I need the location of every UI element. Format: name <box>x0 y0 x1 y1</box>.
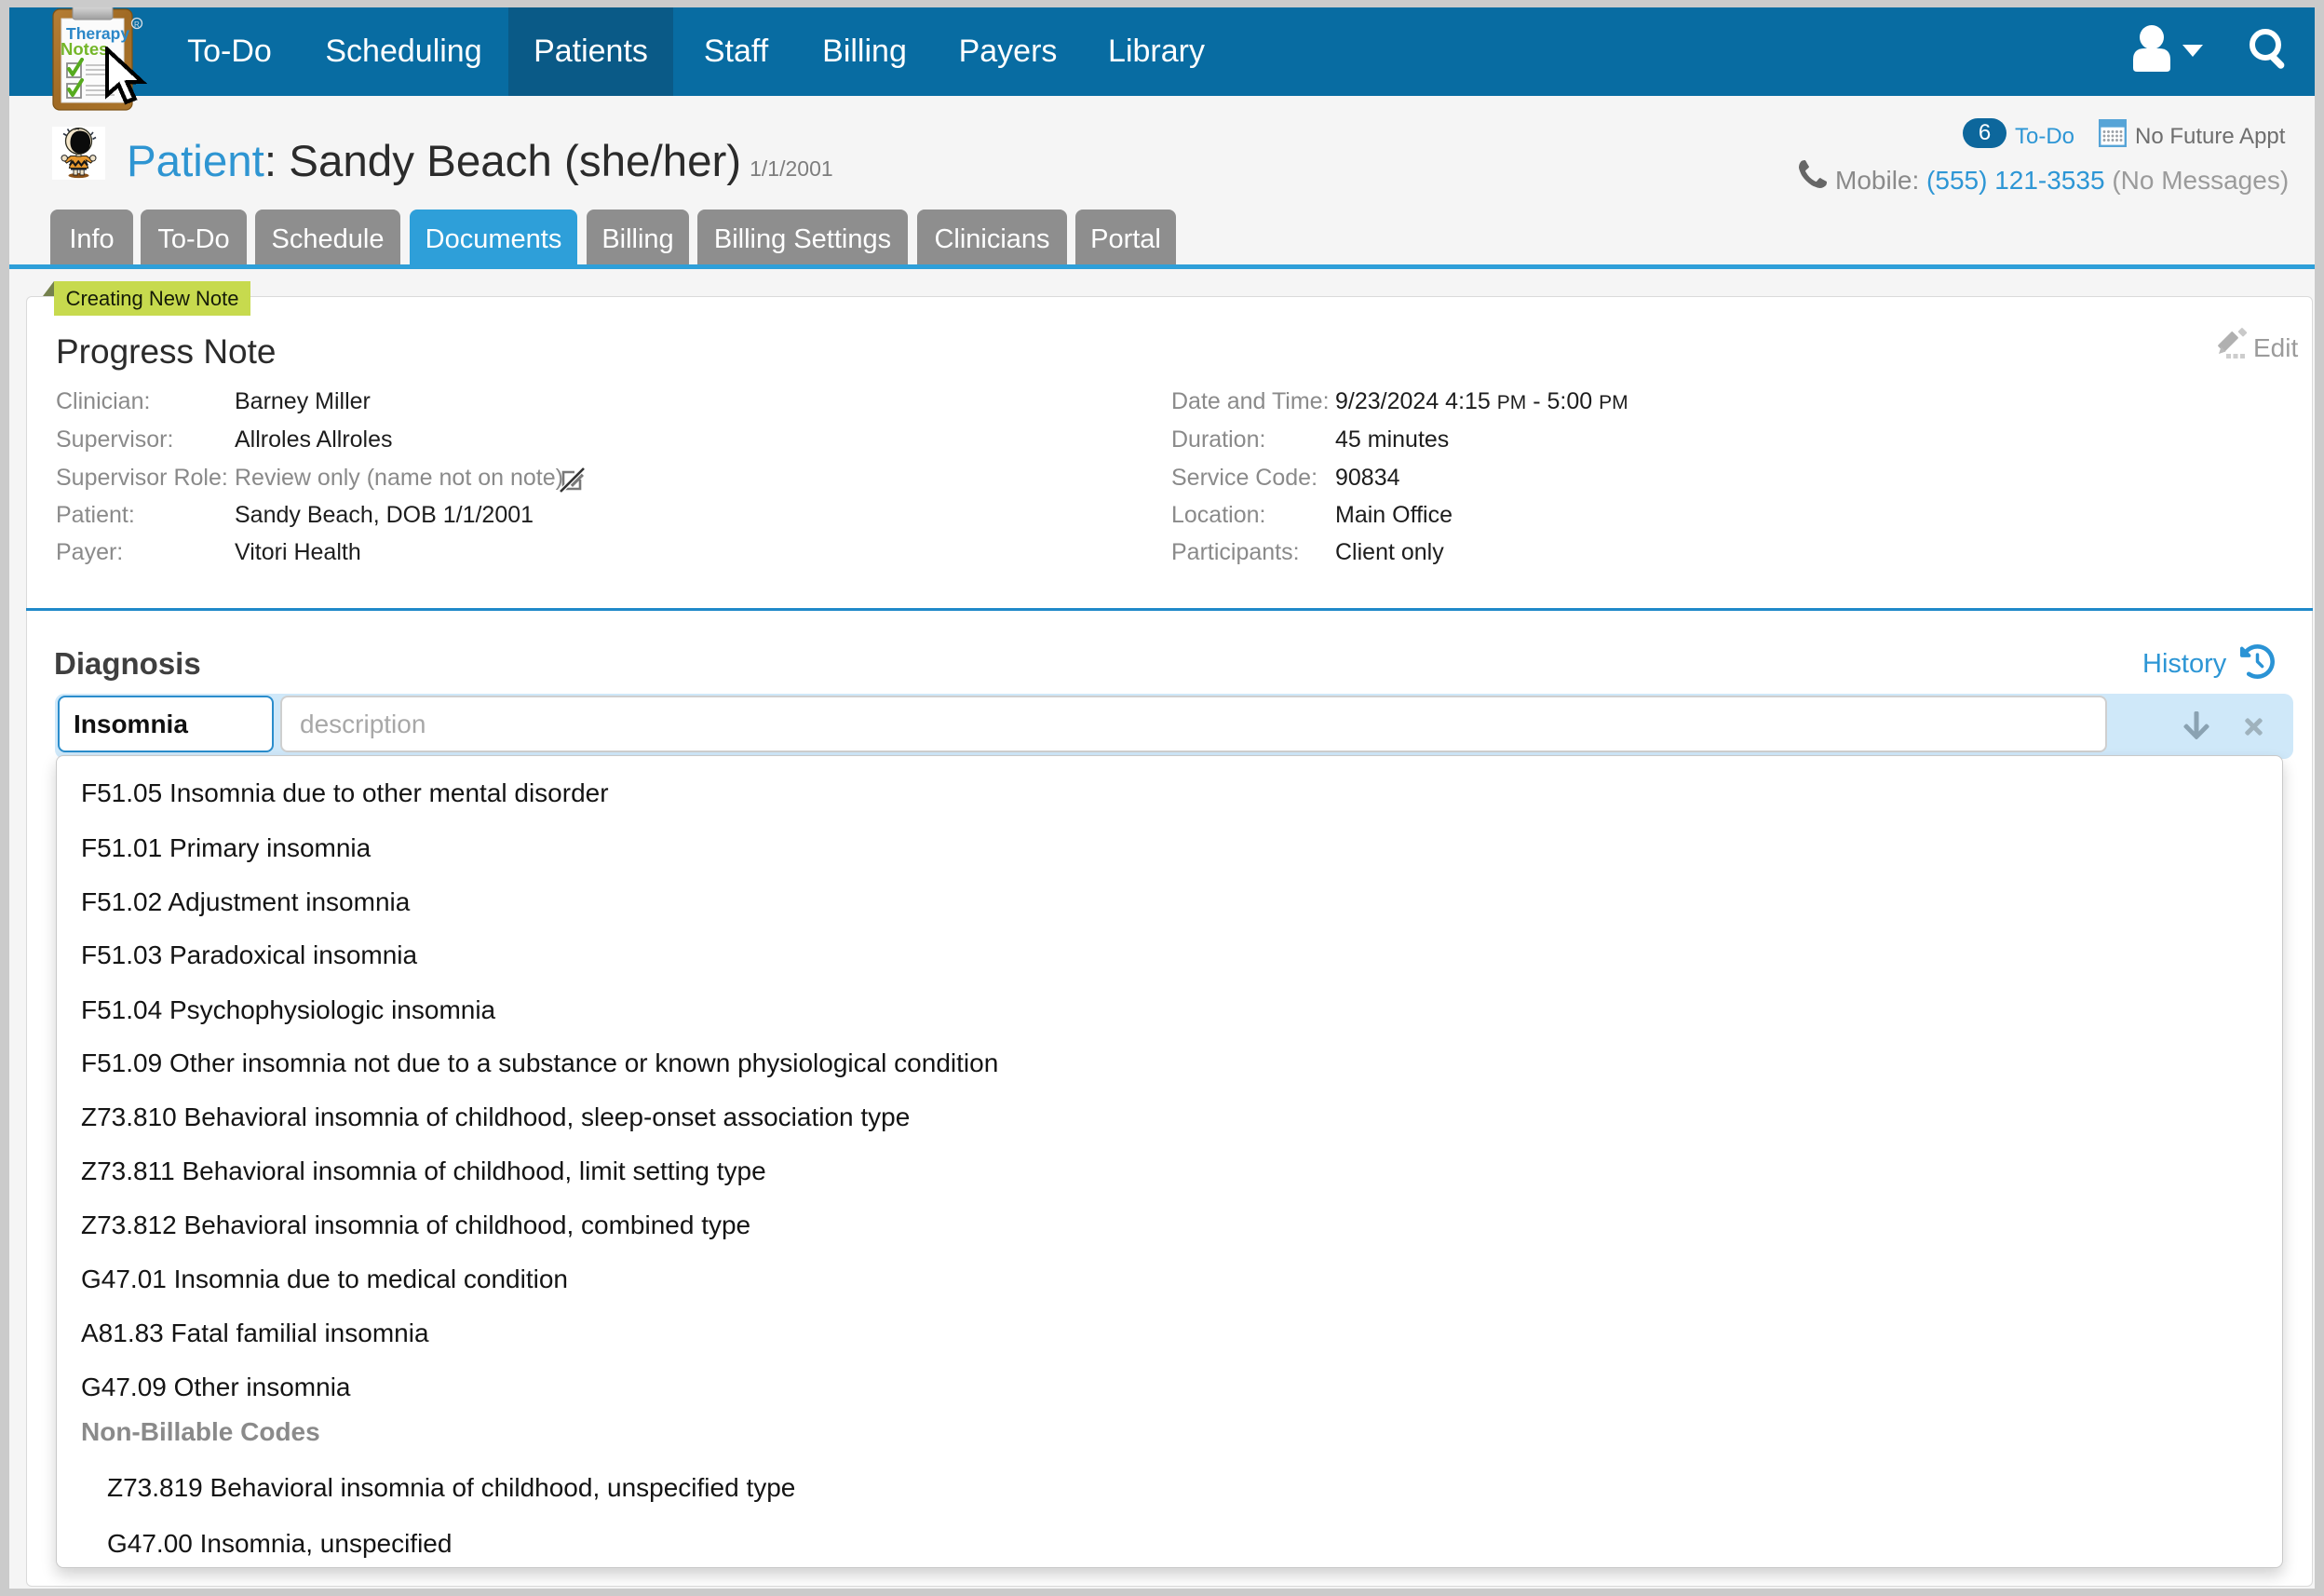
svg-text:R: R <box>134 20 140 29</box>
